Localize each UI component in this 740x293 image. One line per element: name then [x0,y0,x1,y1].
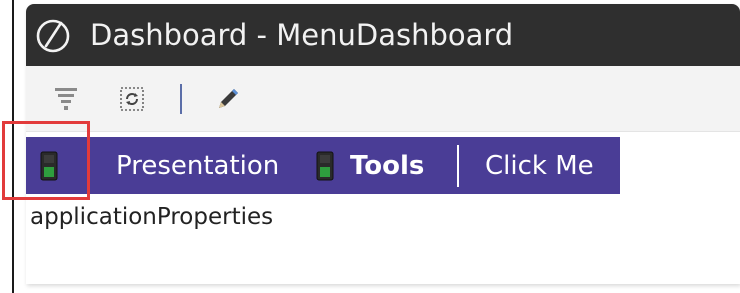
menu-label-tools: Tools [350,150,425,181]
filter-button[interactable] [50,82,82,116]
refresh-icon [120,87,144,111]
edit-button[interactable] [212,82,244,116]
content-text: applicationProperties [30,204,274,230]
dashboard-window: Dashboard - MenuDashboard Presentation T… [26,4,740,284]
device-icon [316,151,334,180]
filter-icon [55,88,77,110]
menu-separator [457,145,459,187]
toolbar-separator [180,84,182,114]
title-bar: Dashboard - MenuDashboard [26,4,740,66]
menu-item-presentation[interactable]: Presentation [116,137,279,194]
toolbar [26,66,740,132]
highlight-box [2,121,90,200]
refresh-button[interactable] [116,82,148,116]
menu-label-presentation: Presentation [116,150,280,181]
menu-bar: Presentation Tools Click Me [26,137,620,194]
menu-label-click-me: Click Me [485,150,594,181]
pencil-icon [219,89,238,108]
menu-item-tools[interactable]: Tools [316,137,424,194]
app-logo-icon [36,19,70,53]
window-title: Dashboard - MenuDashboard [90,18,514,52]
menu-item-click-me[interactable]: Click Me [485,137,594,194]
